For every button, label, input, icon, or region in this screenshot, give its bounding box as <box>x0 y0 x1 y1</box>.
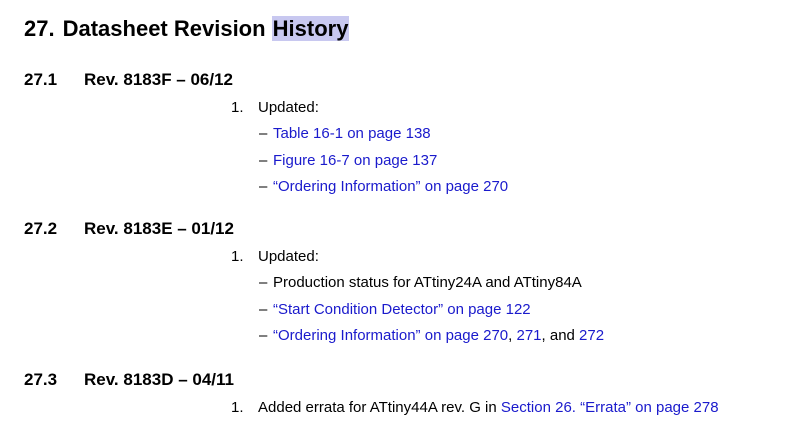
link-ordering-information[interactable]: “Ordering Information” on page 270 <box>273 178 508 195</box>
dash: – <box>259 151 268 169</box>
section-number: 27.3 <box>24 370 58 389</box>
document-page: 27. Datasheet Revision History 27.1 Rev. … <box>0 0 800 422</box>
item-text: Updated: <box>258 248 319 265</box>
section-number: 27.2 <box>24 219 58 238</box>
sub-item: – “Ordering Information” on page 270, 27… <box>24 323 784 350</box>
dash: – <box>259 125 268 142</box>
chapter-number: 27. <box>24 16 55 41</box>
sub-item: – Production status for ATtiny24A and AT… <box>24 270 784 297</box>
item-number: 1. <box>231 99 244 116</box>
dash: – <box>259 300 268 318</box>
link-start-condition-detector[interactable]: “Start Condition Detector” on page 122 <box>273 301 531 318</box>
section-title: Rev. 8183E – 01/12 <box>84 219 234 238</box>
section-27-3: 27.3 Rev. 8183D – 04/11 1. Added errata … <box>24 369 784 421</box>
sub-item: – “Ordering Information” on page 270 <box>24 174 784 201</box>
sub-item: – Figure 16-7 on page 137 <box>24 148 784 175</box>
section-heading: 27.1 Rev. 8183F – 06/12 <box>24 69 784 91</box>
separator-text: , and <box>541 327 580 344</box>
section-title: Rev. 8183F – 06/12 <box>84 70 234 89</box>
section-heading: 27.3 Rev. 8183D – 04/11 <box>24 369 784 391</box>
section-27-2: 27.2 Rev. 8183E – 01/12 1. Updated: – Pr… <box>24 218 784 350</box>
dash: – <box>259 327 268 344</box>
sub-item: – “Start Condition Detector” on page 122 <box>24 297 784 324</box>
dash: – <box>259 178 268 195</box>
errata-text: Added errata for ATtiny44A rev. G in <box>258 399 501 416</box>
list-item: 1. Updated: <box>24 95 784 121</box>
link-table-16-1[interactable]: Table 16-1 on page 138 <box>273 125 431 142</box>
chapter-title: Datasheet Revision <box>62 16 272 41</box>
link-page-271[interactable]: 271 <box>516 327 541 344</box>
item-number: 1. <box>231 399 244 416</box>
list-item: 1. Added errata for ATtiny44A rev. G in … <box>24 395 784 421</box>
production-status-text: Production status for ATtiny24A and ATti… <box>273 274 582 291</box>
dash: – <box>259 274 268 291</box>
sub-item: – Table 16-1 on page 138 <box>24 121 784 148</box>
link-figure-16-7[interactable]: Figure 16-7 on page 137 <box>273 152 437 169</box>
item-text: Updated: <box>258 99 319 116</box>
item-number: 1. <box>231 248 244 265</box>
link-ordering-information[interactable]: “Ordering Information” on page 270 <box>273 327 508 344</box>
section-27-1: 27.1 Rev. 8183F – 06/12 1. Updated: – Ta… <box>24 69 784 201</box>
chapter-heading: 27. Datasheet Revision History <box>24 14 350 44</box>
section-heading: 27.2 Rev. 8183E – 01/12 <box>24 218 784 240</box>
list-item: 1. Updated: <box>24 244 784 270</box>
section-number: 27.1 <box>24 70 58 89</box>
link-page-272[interactable]: 272 <box>579 327 604 344</box>
link-section-26-errata[interactable]: Section 26. “Errata” on page 278 <box>501 399 719 416</box>
section-title: Rev. 8183D – 04/11 <box>84 370 234 389</box>
chapter-title-highlighted[interactable]: History <box>271 16 350 41</box>
